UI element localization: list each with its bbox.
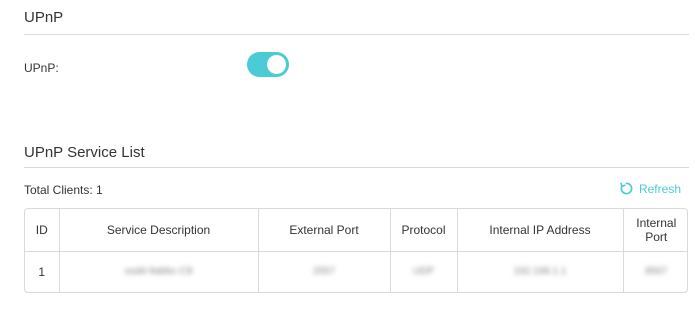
cell-service-description: ssdd-9abbc-C8 [59,251,259,292]
upnp-toggle[interactable] [247,52,289,77]
service-table: ID Service Description External Port Pro… [24,208,688,293]
upnp-section-divider [24,34,689,35]
table-row: 1 ssdd-9abbc-C8 2557 UDP 192.168.1.1 856… [25,251,687,292]
upnp-section-title: UPnP [24,9,64,26]
refresh-button[interactable]: Refresh [619,181,681,196]
upnp-label: UPnP: [24,61,59,75]
column-header-internal-ip: Internal IP Address [457,209,624,251]
cell-protocol: UDP [390,251,458,292]
column-header-service-description: Service Description [59,209,259,251]
column-header-external-port: External Port [258,209,391,251]
total-clients: Total Clients: 1 [24,183,103,197]
table-header-row: ID Service Description External Port Pro… [25,209,687,251]
service-list-divider [24,167,689,168]
toggle-knob [267,55,286,74]
cell-external-port: 2557 [258,251,391,292]
column-header-protocol: Protocol [390,209,458,251]
column-header-internal-port: Internal Port [636,215,677,244]
refresh-label: Refresh [638,181,681,196]
cell-id: 1 [25,251,60,292]
cell-internal-ip: 192.168.1.1 [457,251,624,292]
cell-internal-port: 8567 [645,266,668,278]
column-header-id: ID [25,209,60,251]
service-list-title: UPnP Service List [24,144,145,161]
refresh-icon [619,181,634,196]
